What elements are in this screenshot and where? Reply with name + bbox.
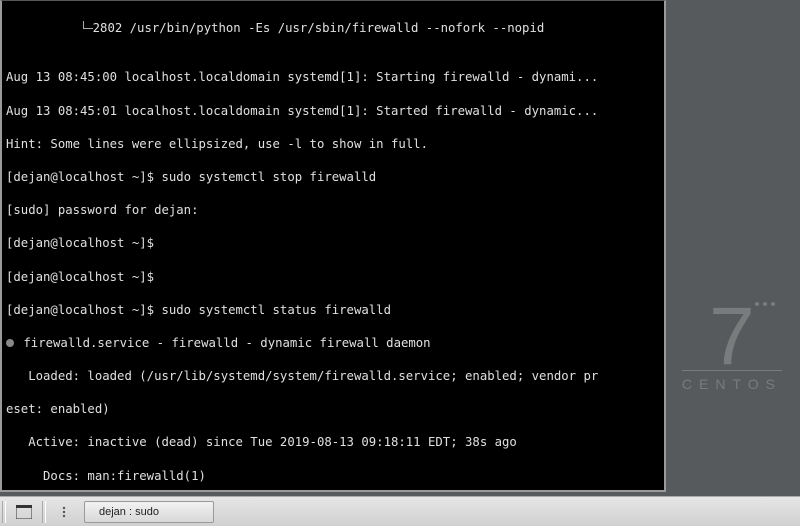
show-desktop-icon[interactable] [12, 501, 36, 523]
taskbar-separator [42, 501, 46, 523]
taskbar-separator [2, 501, 6, 523]
centos-logo: 7 CENTOS [682, 300, 782, 392]
status-dot-icon [6, 339, 14, 347]
terminal-line: [sudo] password for dejan: [6, 202, 660, 219]
terminal-line: Hint: Some lines were ellipsized, use -l… [6, 136, 660, 153]
taskbar[interactable]: dejan : sudo [0, 496, 800, 526]
terminal-line: Loaded: loaded (/usr/lib/systemd/system/… [6, 368, 660, 385]
menu-icon[interactable] [52, 501, 76, 523]
terminal-line: eset: enabled) [6, 401, 660, 418]
terminal-line: Docs: man:firewalld(1) [6, 468, 660, 485]
terminal-line: [dejan@localhost ~]$ sudo systemctl stop… [6, 169, 660, 186]
terminal-line: Aug 13 08:45:01 localhost.localdomain sy… [6, 103, 660, 120]
terminal-line: firewalld.service - firewalld - dynamic … [6, 335, 660, 352]
taskbar-window-button[interactable]: dejan : sudo [84, 501, 214, 523]
terminal-line: [dejan@localhost ~]$ [6, 269, 660, 286]
logo-number: 7 [682, 300, 782, 374]
terminal-line: 2802 /usr/bin/python -Es /usr/sbin/firew… [6, 20, 660, 37]
terminal-line: Aug 13 08:45:00 localhost.localdomain sy… [6, 69, 660, 86]
terminal-line: [dejan@localhost ~]$ sudo systemctl stat… [6, 302, 660, 319]
terminal-window[interactable]: 2802 /usr/bin/python -Es /usr/sbin/firew… [0, 0, 666, 492]
taskbar-window-label: dejan : sudo [99, 506, 159, 518]
terminal-line: Active: inactive (dead) since Tue 2019-0… [6, 434, 660, 451]
terminal-line: [dejan@localhost ~]$ [6, 235, 660, 252]
